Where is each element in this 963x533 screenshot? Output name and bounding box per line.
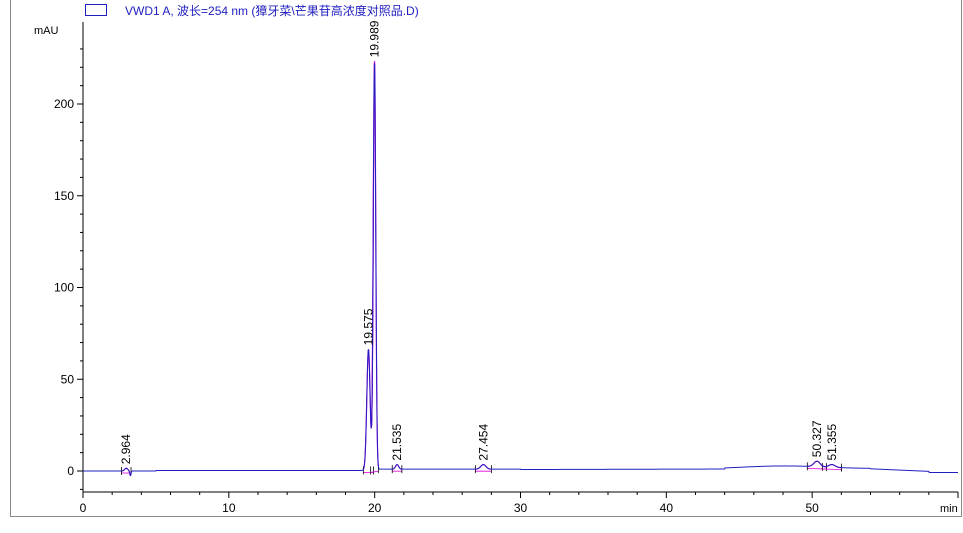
integration-baseline	[370, 470, 379, 473]
y-tick-label: 0	[67, 464, 74, 478]
peak-label: 50.327	[810, 420, 824, 457]
y-tick-label: 50	[61, 372, 75, 386]
peak-label: 19.989	[368, 20, 382, 57]
x-tick-label: 0	[80, 501, 87, 515]
peak-label: 51.355	[825, 424, 839, 461]
y-tick-label: 100	[54, 281, 74, 295]
x-tick-label: 30	[514, 501, 528, 515]
x-tick-label: 40	[660, 501, 674, 515]
chromatogram-chart: 0 50 100 150 200 0 10 20 30 40 50 2.964 19.575 19.989…	[54, 20, 959, 515]
peak-label: 19.575	[361, 308, 375, 345]
chromatogram-trace	[83, 63, 958, 476]
y-tick-label: 200	[54, 97, 74, 111]
peak-label: 2.964	[119, 434, 133, 464]
peak-label: 21.535	[390, 424, 404, 461]
x-tick-label: 50	[805, 501, 819, 515]
integration-baseline	[822, 468, 842, 471]
x-tick-label: 10	[222, 501, 236, 515]
y-tick-label: 150	[54, 189, 74, 203]
x-tick-label: 20	[368, 501, 382, 515]
peak-label: 27.454	[476, 424, 490, 461]
